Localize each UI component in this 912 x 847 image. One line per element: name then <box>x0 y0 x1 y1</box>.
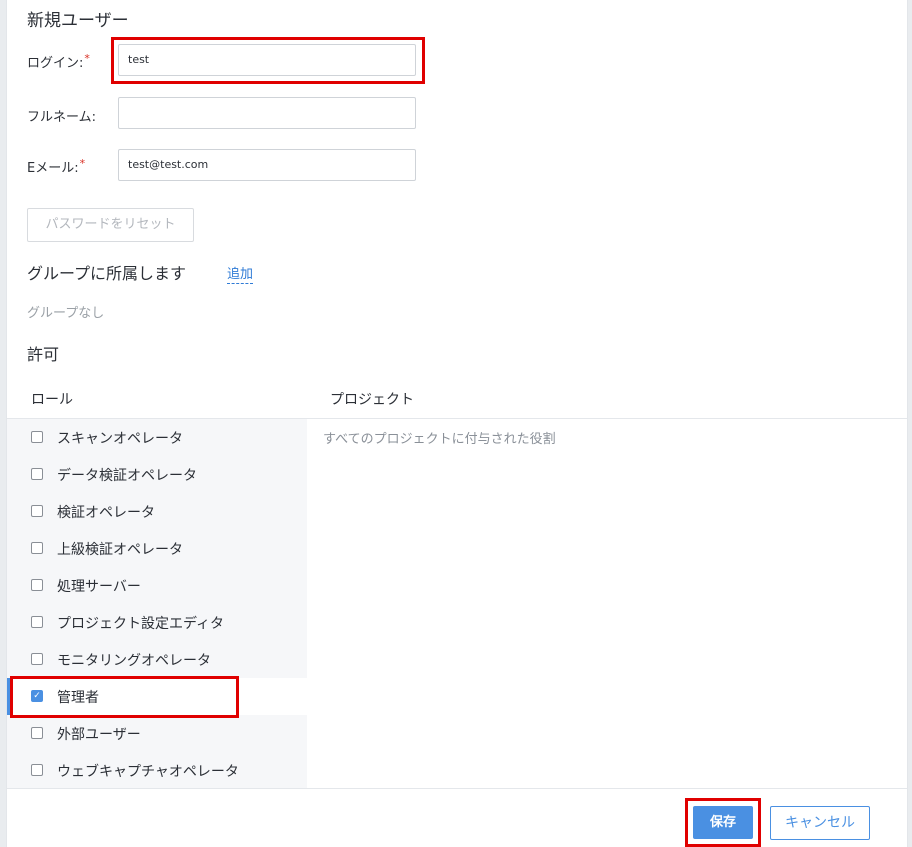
login-label: ログイン:* <box>27 52 90 71</box>
role-label: データ検証オペレータ <box>57 468 197 484</box>
role-item[interactable]: プロジェクト設定エディタ <box>7 604 307 641</box>
role-column-header: ロール <box>31 392 73 408</box>
login-highlight-box <box>111 37 425 84</box>
groups-title: グループに所属します <box>27 264 187 283</box>
email-label: Eメール:* <box>27 157 86 176</box>
reset-password-button[interactable]: パスワードをリセット <box>27 208 194 242</box>
save-highlight-box <box>685 798 761 847</box>
new-user-panel: 新規ユーザー ログイン:* test フルネーム: Eメール:* test@te… <box>6 0 908 847</box>
permissions-title: 許可 <box>27 345 60 364</box>
role-checkbox[interactable] <box>31 764 43 776</box>
role-label: 処理サーバー <box>57 579 141 595</box>
role-item[interactable]: ウェブキャプチャオペレータ <box>7 752 307 789</box>
role-checkbox[interactable] <box>31 505 43 517</box>
role-checkbox[interactable] <box>31 727 43 739</box>
fullname-input[interactable] <box>118 97 416 129</box>
fullname-label: フルネーム: <box>27 110 96 125</box>
required-mark: * <box>84 52 90 65</box>
cancel-button[interactable]: キャンセル <box>770 806 870 840</box>
role-checkbox[interactable] <box>31 579 43 591</box>
role-label: 外部ユーザー <box>57 727 141 743</box>
role-item[interactable]: 外部ユーザー <box>7 715 307 752</box>
role-checkbox[interactable] <box>31 468 43 480</box>
project-scope-note: すべてのプロジェクトに付与された役割 <box>323 432 556 447</box>
role-label: ウェブキャプチャオペレータ <box>57 764 239 780</box>
role-label: スキャンオペレータ <box>57 431 183 447</box>
page-title: 新規ユーザー <box>27 11 129 31</box>
role-checkbox[interactable] <box>31 653 43 665</box>
role-checkbox[interactable] <box>31 616 43 628</box>
footer-divider <box>7 788 907 789</box>
role-label: 検証オペレータ <box>57 505 155 521</box>
role-checkbox[interactable] <box>31 431 43 443</box>
role-item[interactable]: 検証オペレータ <box>7 493 307 530</box>
role-item[interactable]: モニタリングオペレータ <box>7 641 307 678</box>
role-item[interactable]: 処理サーバー <box>7 567 307 604</box>
role-item[interactable]: データ検証オペレータ <box>7 456 307 493</box>
role-item[interactable]: 上級検証オペレータ <box>7 530 307 567</box>
admin-role-highlight-box <box>10 676 239 718</box>
no-group-text: グループなし <box>27 306 105 321</box>
role-label: プロジェクト設定エディタ <box>57 616 225 632</box>
role-item[interactable]: スキャンオペレータ <box>7 419 307 456</box>
add-group-link[interactable]: 追加 <box>227 263 254 284</box>
required-mark: * <box>79 157 86 170</box>
role-list: スキャンオペレータ データ検証オペレータ 検証オペレータ上級検証オペレータ 処理サーバ… <box>7 419 307 788</box>
role-label: 上級検証オペレータ <box>57 542 183 558</box>
role-checkbox[interactable] <box>31 542 43 554</box>
role-label: モニタリングオペレータ <box>57 653 211 669</box>
email-input[interactable]: test@test.com <box>118 149 416 181</box>
project-column-header: プロジェクト <box>330 392 414 408</box>
